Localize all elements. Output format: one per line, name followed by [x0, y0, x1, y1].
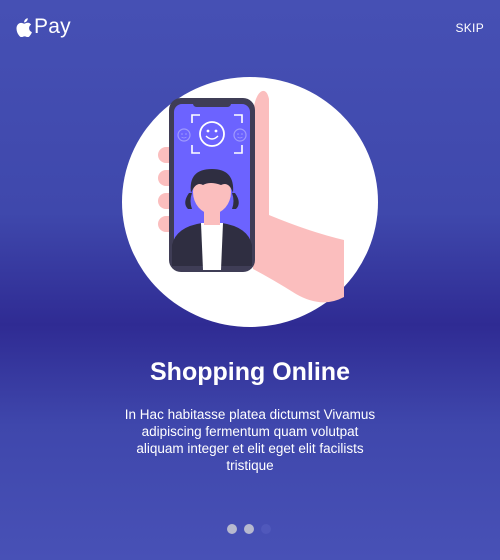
- pagination-dots: [227, 524, 271, 534]
- pagination-dot-1[interactable]: [227, 524, 237, 534]
- apple-pay-logo: Pay: [16, 15, 71, 39]
- apple-logo-icon: [16, 17, 32, 37]
- pagination-dot-3[interactable]: [261, 524, 271, 534]
- slide-description: In Hac habitasse platea dictumst Vivamus…: [124, 407, 376, 473]
- skip-button[interactable]: SKIP: [455, 21, 484, 35]
- slide-title: Shopping Online: [150, 358, 350, 386]
- pagination-dot-2[interactable]: [244, 524, 254, 534]
- phone-face-id-illustration: [122, 77, 378, 327]
- brand-name: Pay: [34, 15, 71, 38]
